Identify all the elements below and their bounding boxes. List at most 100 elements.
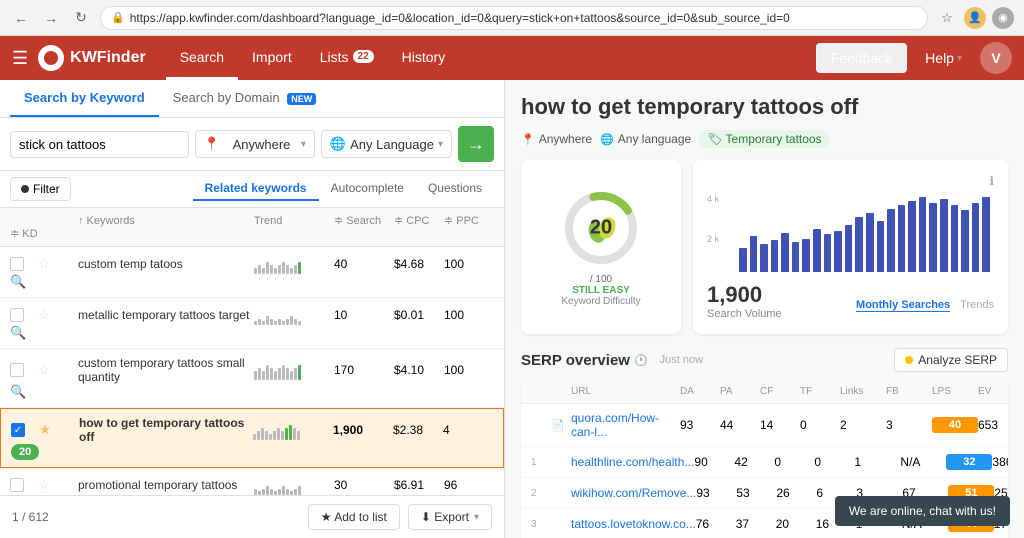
analyze-serp-button[interactable]: Analyze SERP <box>894 348 1008 372</box>
col-keyword[interactable]: ↑ Keywords <box>78 214 254 227</box>
info-icon[interactable]: ℹ <box>989 174 994 188</box>
row-cpc: $4.68 <box>394 257 444 271</box>
serp-row[interactable]: 1 healthline.com/health... 90 42 0 0 1 N… <box>521 447 1008 478</box>
serp-title-area: SERP overview 🕐 Just now <box>521 352 703 369</box>
tab-autocomplete[interactable]: Autocomplete <box>319 177 416 201</box>
filter-button[interactable]: Filter <box>10 177 71 201</box>
tab-trends[interactable]: Trends <box>960 299 994 312</box>
row-cpc: $2.38 <box>393 423 443 437</box>
row-checkbox[interactable] <box>10 478 24 492</box>
bar-segment <box>940 199 948 272</box>
bar-segment <box>824 234 832 272</box>
row-checkbox[interactable] <box>10 363 24 377</box>
language-chevron: ▾ <box>438 139 443 150</box>
table-row-selected[interactable]: ✓ ★ how to get temporary tattoos off 1,9… <box>0 408 504 468</box>
search-go-button[interactable]: → <box>458 126 494 162</box>
tab-keyword[interactable]: Search by Keyword <box>10 80 159 117</box>
row-cpc: $0.01 <box>394 308 444 322</box>
row-star-filled[interactable]: ★ <box>39 422 59 438</box>
reload-button[interactable]: ↻ <box>70 7 92 29</box>
location-select[interactable]: 📍 Anywhere ▾ <box>195 130 315 158</box>
url-text: https://app.kwfinder.com/dashboard?langu… <box>130 11 790 25</box>
export-chevron: ▾ <box>474 512 479 523</box>
right-panel: how to get temporary tattoos off 📍 Anywh… <box>505 80 1024 538</box>
row-checkbox-checked[interactable]: ✓ <box>11 423 25 437</box>
bar-segment <box>908 201 916 272</box>
bar-segment <box>919 197 927 272</box>
user-avatar[interactable]: V <box>980 42 1012 74</box>
help-button[interactable]: Help ▾ <box>915 44 972 72</box>
lock-icon: 🔒 <box>111 11 125 24</box>
serp-da: 90 <box>694 455 734 469</box>
tag-location: 📍 Anywhere <box>521 132 592 146</box>
keyword-input[interactable]: stick on tattoos <box>10 131 189 158</box>
location-icon: 📍 <box>204 136 220 152</box>
star-button[interactable]: ☆ <box>936 7 958 29</box>
col-links: Links <box>840 386 886 397</box>
col-trend[interactable]: Trend <box>254 214 334 227</box>
row-cpc: $6.91 <box>394 478 444 492</box>
language-select[interactable]: 🌐 Any Language ▾ <box>321 130 452 158</box>
row-checkbox[interactable] <box>10 308 24 322</box>
serp-links: 2 <box>840 418 886 432</box>
row-star[interactable]: ☆ <box>38 307 58 323</box>
back-button[interactable]: ← <box>10 7 32 29</box>
tab-related[interactable]: Related keywords <box>193 177 319 201</box>
nav-search[interactable]: Search <box>166 36 238 80</box>
row-search: 30 <box>334 478 394 492</box>
serp-type-icon: 📄 <box>551 419 571 432</box>
serp-url[interactable]: tattoos.lovetoknow.co... <box>571 517 696 531</box>
bar-segment <box>739 248 747 272</box>
serp-url[interactable]: wikihow.com/Remove... <box>571 486 696 500</box>
serp-url[interactable]: healthline.com/health... <box>571 455 694 469</box>
row-search: 40 <box>334 257 394 271</box>
bar-segment <box>813 229 821 272</box>
forward-button[interactable]: → <box>40 7 62 29</box>
serp-title: SERP overview <box>521 352 630 369</box>
row-star[interactable]: ☆ <box>38 256 58 272</box>
logo-inner <box>44 51 58 65</box>
serp-links: 1 <box>854 455 900 469</box>
chat-bubble[interactable]: We are online, chat with us! <box>835 496 1010 526</box>
url-bar[interactable]: 🔒 https://app.kwfinder.com/dashboard?lan… <box>100 6 928 30</box>
keyword-tabs: Related keywords Autocomplete Questions <box>193 177 494 201</box>
language-icon: 🌐 <box>330 136 346 152</box>
tab-domain[interactable]: Search by Domain NEW <box>159 80 331 117</box>
hamburger-icon[interactable]: ☰ <box>12 48 28 69</box>
col-cpc[interactable]: ≑ CPC <box>394 214 444 227</box>
col-ppc[interactable]: ≑ PPC <box>444 214 494 227</box>
feedback-button[interactable]: Feedback <box>816 43 907 73</box>
serp-url[interactable]: quora.com/How-can-l... <box>571 411 680 439</box>
keyword-name: metallic temporary tattoos target <box>78 308 254 322</box>
nav-import[interactable]: Import <box>238 36 306 80</box>
nav-right: Feedback Help ▾ V <box>816 42 1012 74</box>
browser-bar: ← → ↻ 🔒 https://app.kwfinder.com/dashboa… <box>0 0 1024 36</box>
tab-monthly-searches[interactable]: Monthly Searches <box>856 299 950 312</box>
table-row[interactable]: ☆ promotional temporary tattoos 30 $6.91… <box>0 468 504 495</box>
keyword-tag: 🏷 Temporary tattoos <box>699 130 829 148</box>
bar-segment <box>802 239 810 272</box>
bar-segment <box>760 244 768 272</box>
bar-segment <box>961 210 969 272</box>
export-button[interactable]: ⬇ Export ▾ <box>408 504 492 530</box>
y-label-top: 4 k <box>707 194 719 204</box>
row-checkbox[interactable] <box>10 257 24 271</box>
lists-badge: 22 <box>353 50 374 63</box>
tab-questions[interactable]: Questions <box>416 177 494 201</box>
add-to-list-button[interactable]: ★ Add to list <box>308 504 400 530</box>
row-star[interactable]: ☆ <box>38 477 58 493</box>
serp-pa: 37 <box>736 517 776 531</box>
table-row[interactable]: ☆ custom temp tatoos 40 $4.68 100 🔍 <box>0 247 504 298</box>
table-row[interactable]: ☆ metallic temporary tattoos target 10 $… <box>0 298 504 349</box>
bar-segment <box>929 203 937 272</box>
serp-row[interactable]: 📄 quora.com/How-can-l... 93 44 14 0 2 3 … <box>521 404 1008 447</box>
col-kd[interactable]: ≑ KD <box>10 227 38 240</box>
nav-lists[interactable]: Lists 22 <box>306 36 388 80</box>
serp-cf: 14 <box>760 418 800 432</box>
col-search[interactable]: ≑ Search <box>334 214 394 227</box>
nav-history[interactable]: History <box>388 36 460 80</box>
table-row[interactable]: ☆ custom temporary tattoos small quantit… <box>0 349 504 408</box>
row-search: 1,900 <box>333 423 393 437</box>
row-star[interactable]: ☆ <box>38 362 58 378</box>
page-count: 1 / 612 <box>12 510 49 524</box>
